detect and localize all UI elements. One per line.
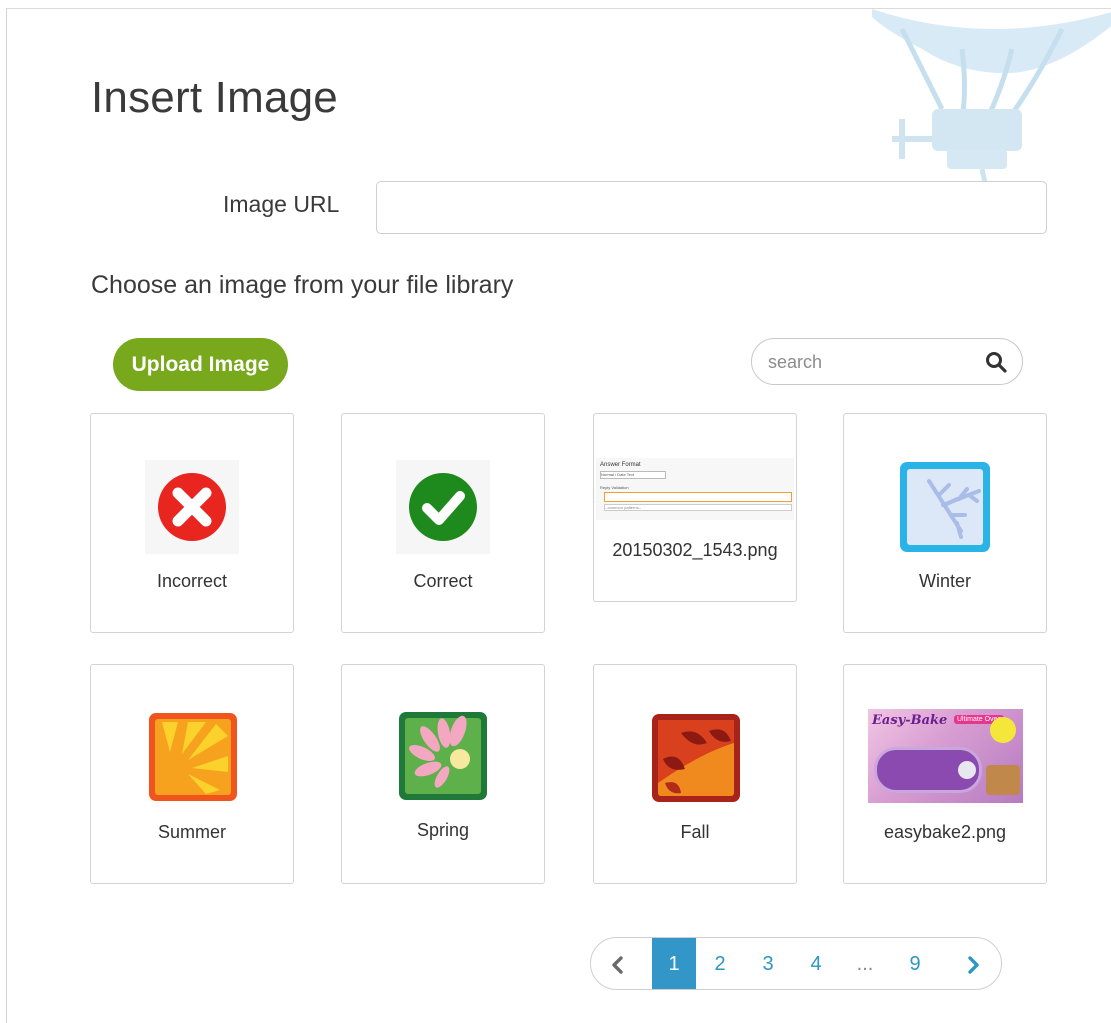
library-item-label: Correct: [413, 571, 473, 591]
chevron-right-icon: [968, 956, 979, 974]
pagination-ellipsis: ...: [856, 953, 874, 975]
library-item-summer[interactable]: Summer: [90, 664, 294, 884]
library-item-label: Spring: [416, 820, 470, 840]
dialog-title: Insert Image: [91, 73, 338, 122]
library-item-correct[interactable]: Correct: [341, 413, 545, 633]
file-library-label: Choose an image from your file library: [91, 271, 514, 299]
snowflake-icon: [900, 462, 990, 552]
search-box: [751, 338, 1023, 385]
pagination-page-4[interactable]: 4: [792, 938, 840, 989]
image-url-label: Image URL: [223, 191, 340, 217]
library-item-label: Summer: [157, 822, 226, 842]
leaves-icon: [652, 714, 740, 802]
library-item-label: easybake2.png: [883, 822, 1007, 842]
check-circle-icon: [396, 460, 490, 554]
flower-icon: [399, 712, 487, 800]
library-item-screenshot[interactable]: Answer Format Normal / Date Text Reply V…: [593, 413, 797, 602]
library-item-fall[interactable]: Fall: [593, 664, 797, 884]
pagination-next[interactable]: [946, 938, 1000, 989]
pagination-page-9[interactable]: 9: [890, 938, 940, 989]
chevron-left-icon: [612, 956, 623, 974]
search-icon[interactable]: [984, 350, 1008, 374]
insert-image-dialog: Insert Image Image URL Choose an image f…: [6, 8, 1111, 1023]
balloon-illustration: [872, 9, 1111, 186]
photo-thumbnail: Easy-Bake Ultimate Oven: [868, 709, 1023, 803]
screenshot-thumbnail: Answer Format Normal / Date Text Reply V…: [596, 458, 794, 520]
library-item-incorrect[interactable]: Incorrect: [90, 413, 294, 633]
library-item-label: 20150302_1543.png: [612, 540, 778, 560]
pagination: 1 2 3 4 ... 9: [590, 937, 1002, 990]
library-item-easybake[interactable]: Easy-Bake Ultimate Oven easybake2.png: [843, 664, 1047, 884]
pagination-page-3[interactable]: 3: [744, 938, 792, 989]
search-input[interactable]: [768, 349, 968, 375]
library-item-label: Fall: [680, 822, 710, 842]
sun-icon: [149, 713, 237, 801]
x-circle-icon: [145, 460, 239, 554]
pagination-page-1[interactable]: 1: [652, 938, 696, 989]
library-item-winter[interactable]: Winter: [843, 413, 1047, 633]
library-item-spring[interactable]: Spring: [341, 664, 545, 884]
upload-image-button[interactable]: Upload Image: [113, 338, 288, 391]
pagination-page-2[interactable]: 2: [696, 938, 744, 989]
library-item-label: Winter: [918, 571, 971, 591]
pagination-prev[interactable]: [591, 938, 645, 989]
image-url-input[interactable]: [376, 181, 1047, 234]
library-item-label: Incorrect: [156, 571, 228, 591]
